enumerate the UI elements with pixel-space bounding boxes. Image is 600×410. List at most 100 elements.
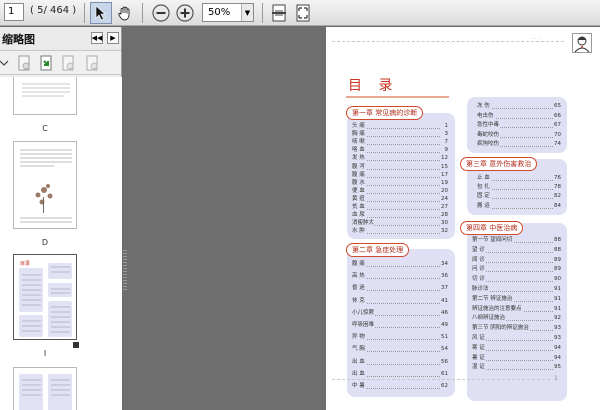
toc-entry[interactable]: 闻 诊 89: [472, 256, 561, 264]
toc-entry-page: 76: [553, 175, 561, 182]
toc-entry-label: 中 暑: [352, 383, 366, 390]
toc-entry[interactable]: 急性中毒 67: [477, 122, 561, 129]
zoom-in-button[interactable]: [174, 2, 196, 24]
toc-entry[interactable]: 水 肿 32: [352, 228, 448, 236]
toc-entry[interactable]: 呼吸困难 49: [352, 322, 448, 329]
toc-entry[interactable]: 风 证 93: [472, 335, 561, 342]
toc-entry[interactable]: 止 血 76: [477, 175, 561, 182]
toc-entry[interactable]: 湿 证 95: [472, 364, 561, 372]
chevron-down-icon[interactable]: ▼: [241, 4, 253, 21]
toc-entry[interactable]: 咯 血 9: [352, 147, 448, 155]
toc-entry-page: 56: [440, 358, 448, 366]
toc-entry-page: 93: [553, 335, 561, 342]
select-tool-button[interactable]: [90, 2, 112, 24]
toc-entry[interactable]: 第三节 阴阳的辨证施治 93: [472, 325, 561, 333]
reader-avatar-icon: [572, 33, 592, 53]
toc-entry[interactable]: 寒 证 94: [472, 344, 561, 352]
toc-entry[interactable]: 高 热 36: [352, 273, 448, 281]
toc-entry-label: 腹 水: [352, 179, 366, 187]
toc-entry[interactable]: 异 物 51: [352, 334, 448, 342]
fit-width-button[interactable]: [268, 2, 290, 24]
toc-entry-page: 1: [443, 123, 448, 130]
toc-entry[interactable]: 昏 迷 37: [352, 285, 448, 293]
toc-entry-page: 62: [440, 383, 448, 390]
thumbnail-page[interactable]: [13, 77, 77, 115]
toc-entry[interactable]: 切 诊 90: [472, 276, 561, 284]
toc-entry-page: 82: [553, 193, 561, 201]
toc-entry[interactable]: 胸 痛 3: [352, 131, 448, 139]
toc-entry-label: 胸 痛: [352, 131, 366, 139]
toc-entry[interactable]: 搬 运 84: [477, 202, 561, 210]
hand-tool-button[interactable]: [114, 2, 136, 24]
toc-entry[interactable]: 出 血 56: [352, 358, 448, 366]
toc-entry[interactable]: 腹 泻 15: [352, 163, 448, 171]
toc-entry[interactable]: 八纲辨证施治 92: [472, 315, 561, 323]
thumbnail-list[interactable]: C D 目录 I: [0, 77, 122, 410]
toolbar-separator: [84, 3, 85, 23]
thumbnail-panel: 缩略图 ◀◀ ▶ C D 目录 I: [0, 27, 122, 410]
toc-entry[interactable]: 问 诊 89: [472, 266, 561, 274]
toc-entry-label: 切 诊: [472, 276, 486, 284]
toc-entry-label: 闻 诊: [472, 256, 486, 264]
toc-entry[interactable]: 出 血 61: [352, 370, 448, 378]
toc-entry[interactable]: 脉诊法 91: [472, 286, 561, 293]
toc-entry[interactable]: 腹 痛 34: [352, 261, 448, 268]
thumbnail-page-current[interactable]: 目录: [13, 254, 77, 340]
toc-entry-label: 辨证施治的注意要点: [472, 305, 523, 313]
toc-entry[interactable]: 血 尿 28: [352, 212, 448, 220]
menu-icon[interactable]: [0, 55, 12, 71]
panel-splitter-handle[interactable]: [123, 250, 127, 290]
toc-entry[interactable]: 固 定 82: [477, 193, 561, 201]
toc-entry-page: 41: [440, 297, 448, 305]
thumbnail-page[interactable]: [13, 367, 77, 410]
toc-entry[interactable]: 小儿惊厥 46: [352, 309, 448, 317]
header-ornament: · · ·: [531, 36, 541, 43]
toc-entry[interactable]: 望 诊 88: [472, 246, 561, 254]
toc-entry[interactable]: 中 暑 62: [352, 383, 448, 390]
toc-entry[interactable]: 休 克 41: [352, 297, 448, 305]
page-total-label: ( 5/ 464 ): [30, 5, 77, 16]
toc-entry-page: 12: [440, 155, 448, 163]
toc-entry-label: 贫 血: [352, 204, 366, 211]
toc-entry[interactable]: 咳 嗽 7: [352, 139, 448, 147]
zoom-out-button[interactable]: [150, 2, 172, 24]
cursor-arrow-icon: [95, 5, 106, 21]
toc-entry[interactable]: 冻 伤 65: [477, 103, 561, 110]
toc-entry-label: 咯 血: [352, 147, 366, 155]
toc-entry-page: 7: [443, 139, 448, 147]
delete-page-icon[interactable]: [84, 55, 100, 71]
toc-entry[interactable]: 毒蛇咬伤 70: [477, 131, 561, 139]
chevron-right-icon[interactable]: ▶: [107, 32, 119, 44]
toc-entry[interactable]: 便 血 20: [352, 187, 448, 195]
toc-entry[interactable]: 辨证施治的注意要点 91: [472, 305, 561, 313]
toc-entry[interactable]: 贫 血 27: [352, 204, 448, 211]
toc-entry-page: 17: [440, 171, 448, 179]
page-number-input[interactable]: 1: [4, 3, 24, 21]
toc-entry-page: 84: [553, 202, 561, 210]
fit-page-button[interactable]: [292, 2, 314, 24]
toc-entry[interactable]: 腹 痛 17: [352, 171, 448, 179]
collapse-left-icon[interactable]: ◀◀: [91, 32, 103, 44]
toc-entry[interactable]: 第二节 辨证施治 91: [472, 295, 561, 303]
toc-entry[interactable]: 疯狗咬伤 74: [477, 141, 561, 148]
toc-entry[interactable]: 暑 证 94: [472, 354, 561, 362]
thumbnail-page[interactable]: [13, 141, 77, 229]
toc-entry[interactable]: 包 扎 78: [477, 184, 561, 192]
toc-entry[interactable]: 第一节 望闻问切 88: [472, 237, 561, 244]
print-page-icon[interactable]: [60, 55, 76, 71]
zoom-level-select[interactable]: 50% ▼: [202, 3, 254, 22]
toc-entry[interactable]: 发 热 12: [352, 155, 448, 163]
extract-page-icon[interactable]: [38, 55, 54, 71]
toc-entry-page: 34: [440, 261, 448, 268]
thumbnail-preview: [20, 149, 72, 223]
toc-entry[interactable]: 头 痛 1: [352, 123, 448, 130]
toc-entry[interactable]: 电击伤 66: [477, 112, 561, 120]
toc-entry-label: 休 克: [352, 297, 366, 305]
toc-entry[interactable]: 腹 水 19: [352, 179, 448, 187]
toc-entry[interactable]: 黄 疸 24: [352, 195, 448, 203]
page-icon[interactable]: [16, 55, 32, 71]
toc-entry[interactable]: 气 胸 54: [352, 346, 448, 354]
toc-entry[interactable]: 消瘦肿大 30: [352, 220, 448, 228]
toc-entry-page: 91: [553, 286, 561, 293]
toc-entry-label: 暑 证: [472, 354, 486, 362]
